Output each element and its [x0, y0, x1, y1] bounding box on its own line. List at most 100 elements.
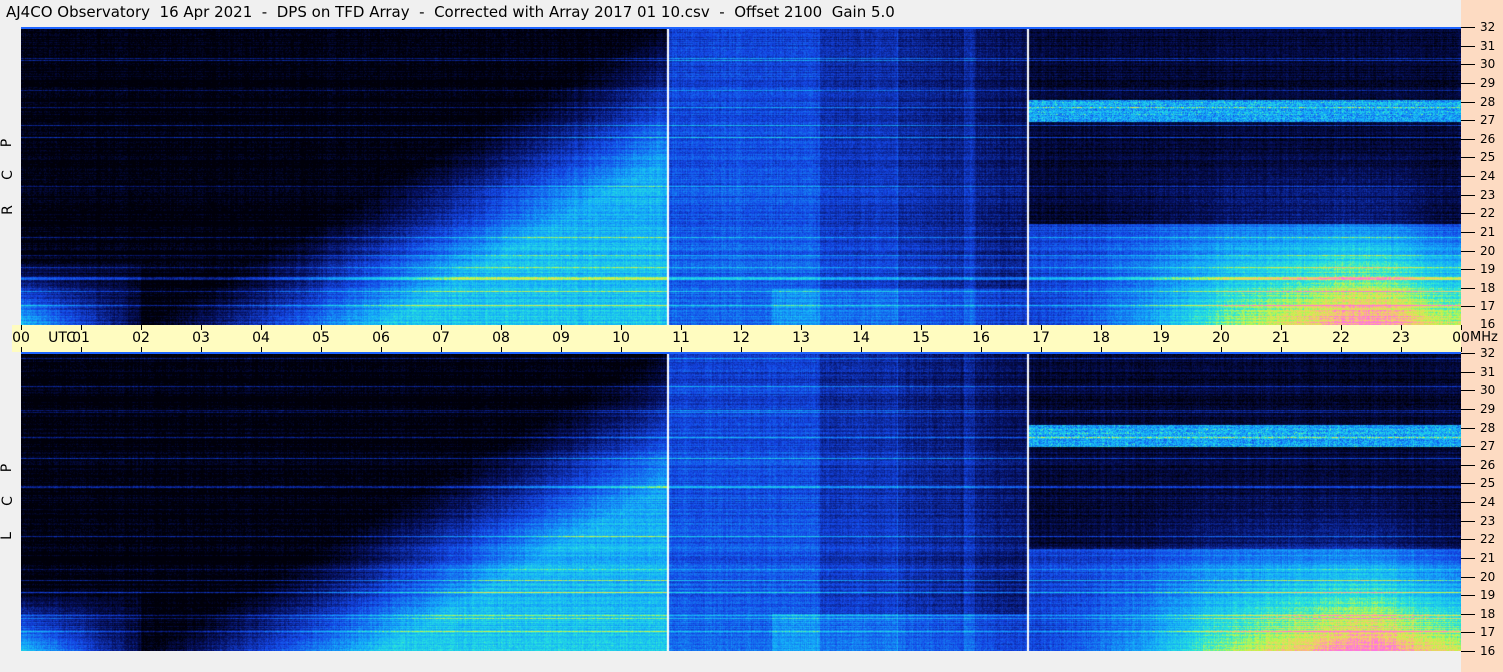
- time-tick-label: 06: [372, 330, 390, 346]
- time-tick-label: 16: [972, 330, 990, 346]
- lcp-label-l: L: [0, 532, 15, 540]
- freq-tick: [1461, 194, 1475, 196]
- time-tick-label: 11: [672, 330, 690, 346]
- freq-tick-label: 31: [1480, 364, 1496, 379]
- freq-tick: [1461, 613, 1475, 615]
- freq-tick: [1461, 213, 1475, 215]
- time-tick-label: 00: [12, 330, 30, 346]
- freq-tick-label: 16: [1480, 644, 1496, 658]
- freq-tick: [1461, 353, 1475, 354]
- time-tick-label: 12: [732, 330, 750, 346]
- freq-tick: [1461, 539, 1475, 541]
- freq-tick-label: 17: [1480, 625, 1496, 640]
- time-tick-label: 10: [612, 330, 630, 346]
- freq-tick-label: 27: [1480, 113, 1496, 128]
- freq-tick: [1461, 557, 1475, 559]
- freq-tick: [1461, 64, 1475, 66]
- freq-tick-label: 18: [1480, 280, 1496, 295]
- freq-tick-label: 16: [1480, 317, 1496, 331]
- freq-tick-label: 19: [1480, 262, 1496, 277]
- time-axis: 00 01 02 03 04 05 06 07 08 09 10 11 12 13 14 15 16 17 18 19…: [12, 325, 1470, 352]
- freq-tick-label: 26: [1480, 131, 1496, 146]
- freq-tick-label: 20: [1480, 243, 1496, 258]
- freq-tick-label: 18: [1480, 606, 1496, 621]
- freq-tick: [1461, 176, 1475, 177]
- time-tick-label: 07: [432, 330, 450, 346]
- freq-tick-label: 28: [1480, 420, 1496, 435]
- time-tick-label: 21: [1272, 330, 1290, 346]
- freq-tick-label: 24: [1480, 495, 1496, 509]
- rcp-label-c: C: [0, 170, 16, 180]
- freq-tick: [1461, 82, 1475, 84]
- rcp-label-p: R: [0, 205, 16, 215]
- freq-tick-label: 24: [1480, 169, 1496, 183]
- freq-tick: [1461, 45, 1475, 47]
- time-tick-label: 09: [552, 330, 570, 346]
- lcp-label-p: P: [0, 463, 16, 473]
- time-tick-label: 19: [1152, 330, 1170, 346]
- time-tick-label: 08: [492, 330, 510, 346]
- freq-tick-label: 26: [1480, 457, 1496, 472]
- time-tick: [1461, 347, 1462, 352]
- lcp-spectrogram-panel: [21, 352, 1461, 651]
- time-tick-label: 04: [252, 330, 270, 346]
- freq-tick-label: 23: [1480, 187, 1496, 202]
- freq-tick: [1461, 120, 1475, 122]
- time-tick-label: 20: [1212, 330, 1230, 346]
- freq-tick: [1461, 408, 1475, 410]
- time-tick-label: 18: [1092, 330, 1110, 346]
- freq-tick: [1461, 520, 1475, 522]
- freq-tick-label: 30: [1480, 57, 1496, 72]
- freq-tick: [1461, 306, 1475, 308]
- lcp-label-c: C: [0, 496, 16, 506]
- freq-tick-label: 20: [1480, 569, 1496, 584]
- freq-tick: [1461, 287, 1475, 289]
- chart-title: AJ4CO Observatory 16 Apr 2021 - DPS on T…: [6, 3, 895, 21]
- freq-tick-label: 23: [1480, 513, 1496, 528]
- rcp-spectrogram-panel: [21, 27, 1461, 325]
- mhz-label: MHz: [1470, 330, 1498, 345]
- freq-tick-label: 28: [1480, 94, 1496, 109]
- freq-tick-label: 32: [1480, 20, 1496, 34]
- freq-tick-label: 17: [1480, 299, 1496, 314]
- freq-tick-label: 29: [1480, 401, 1496, 416]
- time-tick-label: 15: [912, 330, 930, 346]
- freq-tick: [1461, 427, 1475, 429]
- freq-tick: [1461, 446, 1475, 448]
- freq-tick: [1461, 483, 1475, 485]
- time-tick-label: 14: [852, 330, 870, 346]
- freq-tick: [1461, 632, 1475, 634]
- freq-tick: [1461, 269, 1475, 271]
- freq-tick: [1461, 157, 1475, 159]
- utc-label: UTC: [48, 330, 76, 346]
- time-tick-label: 22: [1332, 330, 1350, 346]
- freq-tick-label: 31: [1480, 38, 1496, 53]
- time-tick-label: 13: [792, 330, 810, 346]
- freq-tick: [1461, 101, 1475, 103]
- freq-tick: [1461, 138, 1475, 140]
- freq-tick-label: 25: [1480, 150, 1496, 165]
- freq-tick: [1461, 27, 1475, 28]
- freq-tick-label: 19: [1480, 588, 1496, 603]
- freq-tick: [1461, 390, 1475, 392]
- freq-tick: [1461, 502, 1475, 503]
- freq-tick-label: 21: [1480, 224, 1496, 239]
- time-tick-label: 05: [312, 330, 330, 346]
- lcp-spectrogram: [21, 354, 1461, 651]
- freq-tick-label: 25: [1480, 476, 1496, 491]
- time-tick-label: 03: [192, 330, 210, 346]
- freq-tick-label: 22: [1480, 532, 1496, 547]
- freq-tick: [1461, 576, 1475, 578]
- freq-tick-label: 27: [1480, 439, 1496, 454]
- rcp-label-r: P: [0, 138, 16, 148]
- freq-tick: [1461, 371, 1475, 373]
- time-tick-label: 02: [132, 330, 150, 346]
- freq-tick-label: 22: [1480, 206, 1496, 221]
- rcp-spectrogram: [21, 29, 1461, 325]
- freq-tick: [1461, 231, 1475, 233]
- freq-tick: [1461, 464, 1475, 466]
- freq-tick: [1461, 651, 1475, 652]
- freq-tick: [1461, 250, 1475, 252]
- freq-tick-label: 30: [1480, 383, 1496, 398]
- freq-tick: [1461, 595, 1475, 597]
